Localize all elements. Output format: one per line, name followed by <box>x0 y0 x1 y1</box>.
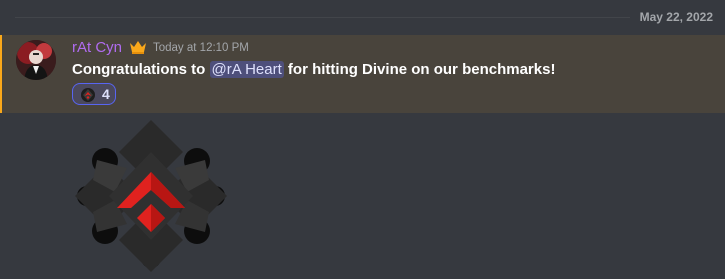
date-divider: May 22, 2022 <box>0 9 725 27</box>
rank-emblem-sticker-icon[interactable] <box>75 120 227 272</box>
reaction-button[interactable]: 4 <box>72 83 116 105</box>
avatar[interactable] <box>16 40 56 80</box>
message-content: Congratulations to @rA Heart for hitting… <box>72 61 555 78</box>
reaction-count: 4 <box>102 86 110 102</box>
divider-line <box>15 17 630 18</box>
message-highlighted[interactable]: rAt Cyn Today at 12:10 PM Congratulation… <box>0 35 725 113</box>
user-mention[interactable]: @rA Heart <box>209 61 284 78</box>
rank-emblem-emoji-icon <box>80 87 96 103</box>
crown-icon <box>129 39 147 55</box>
divider-date: May 22, 2022 <box>639 10 713 24</box>
username[interactable]: rAt Cyn <box>72 39 122 56</box>
timestamp: Today at 12:10 PM <box>153 42 249 54</box>
content-prefix: Congratulations to <box>72 61 210 78</box>
content-suffix: for hitting Divine on our benchmarks! <box>283 61 556 78</box>
